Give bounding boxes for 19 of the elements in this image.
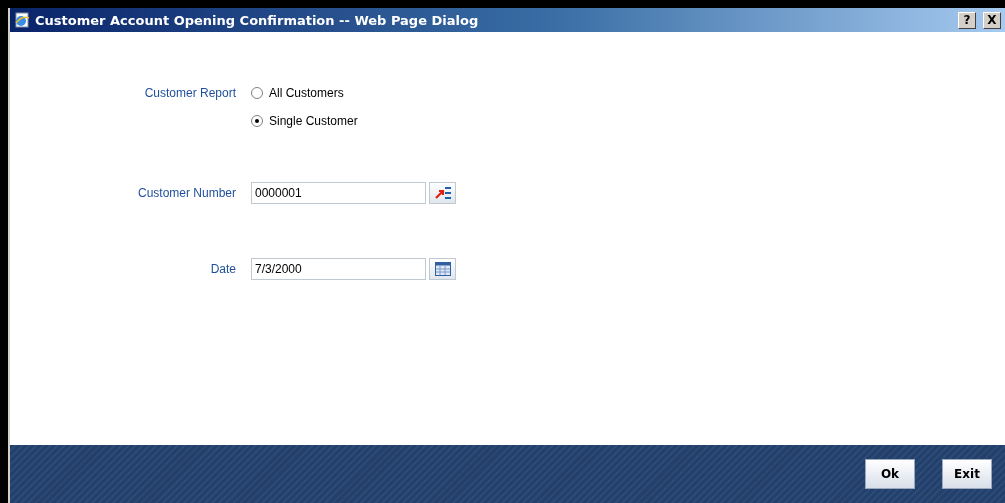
radio-label: All Customers bbox=[269, 85, 344, 102]
lookup-icon bbox=[433, 186, 452, 200]
ok-button[interactable]: Ok bbox=[865, 459, 915, 489]
help-button[interactable]: ? bbox=[958, 11, 976, 29]
field-label: Customer Number bbox=[136, 185, 236, 202]
exit-button[interactable]: Exit bbox=[942, 459, 992, 489]
window-title: Customer Account Opening Confirmation -- Web Page Dialog bbox=[35, 12, 480, 28]
browser-icon bbox=[14, 12, 30, 28]
field-label: Customer Report bbox=[143, 85, 236, 102]
lookup-button[interactable] bbox=[429, 182, 456, 204]
calendar-icon bbox=[434, 262, 451, 276]
field-label: Date bbox=[209, 261, 236, 278]
radio-button[interactable] bbox=[251, 87, 263, 99]
radio-button[interactable] bbox=[251, 115, 263, 127]
radio-label: Single Customer bbox=[269, 113, 358, 130]
input-field[interactable]: 0000001 bbox=[251, 182, 426, 204]
calendar-button[interactable] bbox=[429, 258, 456, 280]
input-field[interactable]: 7/3/2000 bbox=[251, 258, 426, 280]
close-button[interactable]: X bbox=[983, 11, 1001, 29]
